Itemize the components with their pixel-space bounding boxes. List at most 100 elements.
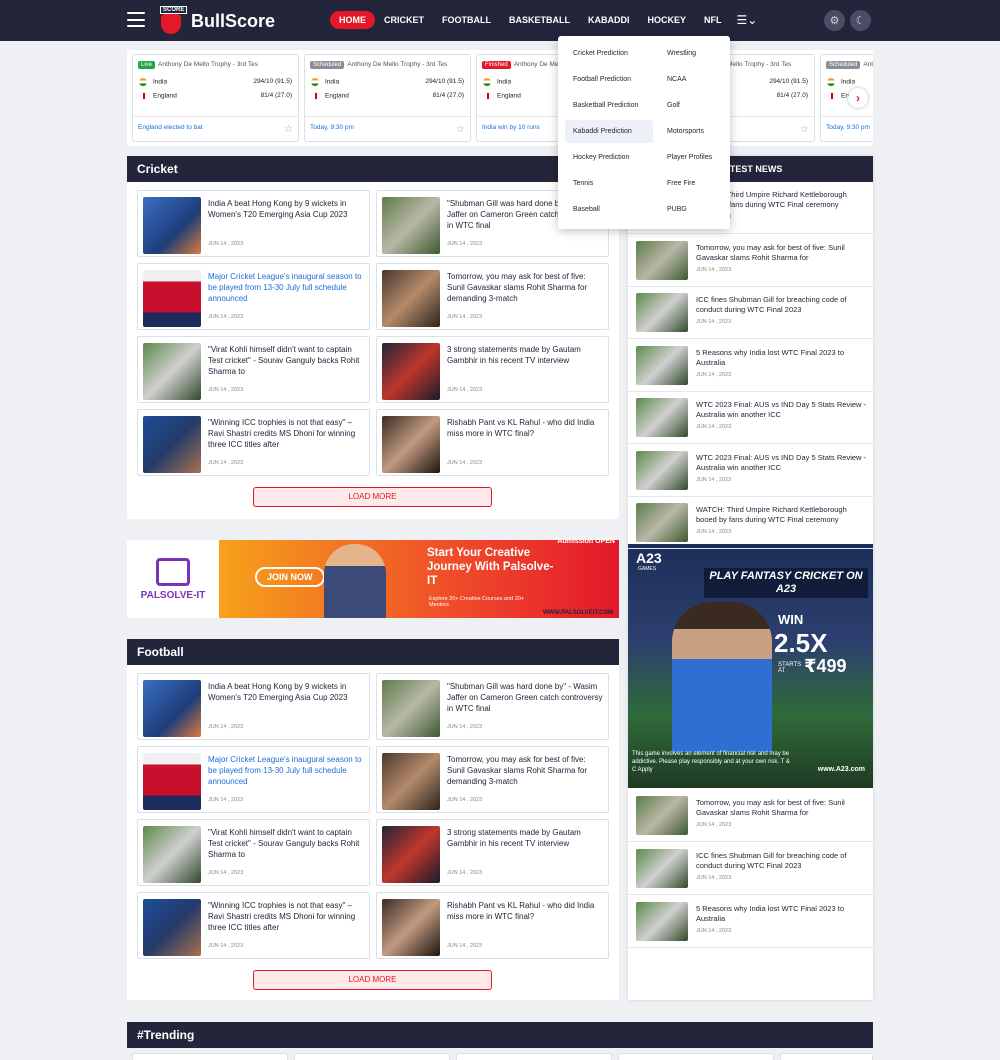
dropdown-item-ncaa[interactable]: NCAA [659, 68, 725, 91]
india-flag-icon [483, 78, 491, 86]
menu-item-basketball[interactable]: BASKETBALL [500, 11, 579, 29]
live-scores-strip: Live Anthony De Mello Trophy - 3rd Tes Ind… [127, 50, 873, 146]
news-item[interactable]: 5 Reasons why India lost WTC Final 2023 … [628, 340, 873, 392]
news-item[interactable]: ICC fines Shubman Gill for breaching cod… [628, 287, 873, 339]
menu-item-hockey[interactable]: HOCKEY [639, 11, 696, 29]
article-card[interactable]: "Winning ICC trophies is not that easy" … [137, 892, 370, 959]
cricket-section: Cricket India A beat Hong Kong by 9 wick… [127, 156, 619, 519]
cricket-load-more-button[interactable]: LOAD MORE [253, 487, 492, 507]
news-item[interactable]: WTC 2023 Final: AUS vs IND Day 5 Stats R… [628, 392, 873, 444]
dark-mode-moon-icon[interactable]: ☾ [850, 10, 871, 31]
dropdown-item-player-profiles[interactable]: Player Profiles [659, 146, 725, 169]
palsolve-ad-banner[interactable]: PALSOLVE-IT Admission OPEN JOIN NOW Star… [127, 538, 619, 618]
article-title: Rishabh Pant vs KL Rahul - who did India… [447, 418, 595, 438]
team-row: India 294/10 (91.5) [305, 75, 470, 89]
a23-fantasy-ad[interactable]: A23 GAMES PLAY FANTASY CRICKET ON A23 WI… [628, 544, 873, 788]
article-title: Rishabh Pant vs KL Rahul - who did India… [447, 901, 595, 921]
article-card[interactable]: "Shubman Gill was hard done by" - Wasim … [376, 673, 609, 740]
menu-item-cricket[interactable]: CRICKET [375, 11, 433, 29]
article-card[interactable]: Rishabh Pant vs KL Rahul - who did India… [376, 409, 609, 476]
football-section: Football India A beat Hong Kong by 9 wic… [127, 639, 619, 1000]
news-title: Tomorrow, you may ask for best of five: … [696, 798, 845, 817]
menu-item-home[interactable]: HOME [330, 11, 375, 29]
news-item[interactable]: ICC fines Shubman Gill for breaching cod… [628, 843, 873, 895]
news-item[interactable]: WTC 2023 Final: AUS vs IND Day 5 Stats R… [628, 445, 873, 497]
article-card[interactable]: "Winning ICC trophies is not that easy" … [137, 409, 370, 476]
score-card[interactable]: Live Anthony De Mello Trophy - 3rd Tes Ind… [132, 54, 299, 142]
hamburger-menu-icon[interactable] [127, 12, 145, 27]
dropdown-item-free-fire[interactable]: Free Fire [659, 172, 725, 195]
article-card[interactable]: "Virat Kohli himself didn't want to capt… [137, 819, 370, 886]
dropdown-item-kabaddi-prediction[interactable]: Kabaddi Prediction [565, 120, 653, 143]
article-card[interactable]: India A beat Hong Kong by 9 wickets in W… [137, 190, 370, 257]
news-item[interactable]: Tomorrow, you may ask for best of five: … [628, 235, 873, 287]
article-card[interactable]: Rishabh Pant vs KL Rahul - who did India… [376, 892, 609, 959]
favorite-star-icon[interactable]: ☆ [456, 124, 465, 135]
football-load-more-button[interactable]: LOAD MORE [253, 970, 492, 990]
more-menu-icon[interactable]: ☰⌄ [731, 13, 758, 27]
article-card[interactable]: India A beat Hong Kong by 9 wickets in W… [137, 673, 370, 740]
score-card-header: ScheduledAnthony De Mello Trophy - 3rd T… [305, 55, 470, 75]
football-section-title: Football [127, 639, 619, 665]
news-item[interactable]: 5 Reasons why India lost WTC Final 2023 … [628, 896, 873, 948]
trending-card[interactable] [132, 1053, 288, 1060]
news-thumbnail [636, 902, 688, 941]
article-card[interactable]: Tomorrow, you may ask for best of five: … [376, 746, 609, 813]
article-card[interactable]: 3 strong statements made by Gautam Gambh… [376, 819, 609, 886]
score-card[interactable]: ScheduledAnthony De Mello Trophy - 3rd T… [304, 54, 471, 142]
article-card[interactable]: Tomorrow, you may ask for best of five: … [376, 263, 609, 330]
admission-open-label: Admission OPEN [557, 538, 615, 545]
article-card[interactable]: "Virat Kohli himself didn't want to capt… [137, 336, 370, 403]
article-date: JUN 14 , 2023 [447, 797, 483, 803]
menu-item-kabaddi[interactable]: KABADDI [579, 11, 639, 29]
favorite-star-icon[interactable]: ☆ [800, 124, 809, 135]
article-card[interactable]: Major Cricket League's inaugural season … [137, 263, 370, 330]
article-thumbnail [143, 826, 201, 883]
team-row: India 294/10 (91.5) [133, 75, 298, 89]
article-thumbnail [382, 753, 440, 810]
cricket-section-title: Cricket [127, 156, 619, 182]
dropdown-item-tennis[interactable]: Tennis [565, 172, 653, 195]
scores-next-arrow-icon[interactable]: › [848, 88, 868, 108]
dropdown-item-motorsports[interactable]: Motorsports [659, 120, 725, 143]
ad-site-url: www.A23.com [817, 766, 865, 773]
article-thumbnail [143, 680, 201, 737]
trending-card[interactable] [456, 1053, 612, 1060]
dropdown-item-pubg[interactable]: PUBG [659, 198, 725, 221]
article-title: Major Cricket League's inaugural season … [208, 272, 362, 303]
trending-card[interactable] [294, 1053, 450, 1060]
article-thumbnail [382, 826, 440, 883]
news-thumbnail [636, 450, 688, 490]
article-date: JUN 14 , 2023 [208, 724, 244, 730]
dropdown-item-cricket-prediction[interactable]: Cricket Prediction [565, 42, 653, 65]
join-now-button[interactable]: JOIN NOW [255, 567, 325, 587]
news-thumbnail [636, 240, 688, 280]
settings-gear-icon[interactable]: ⚙ [824, 10, 845, 31]
menu-item-nfl[interactable]: NFL [695, 11, 731, 29]
site-logo[interactable]: SCORE BullScore [157, 6, 275, 36]
article-card[interactable]: 3 strong statements made by Gautam Gambh… [376, 336, 609, 403]
ad-celebrity-image [672, 602, 772, 752]
article-title: Tomorrow, you may ask for best of five: … [447, 272, 588, 303]
article-date: JUN 14 , 2023 [208, 870, 244, 876]
england-flag-icon [139, 92, 147, 100]
article-date: JUN 14 , 2023 [447, 870, 483, 876]
logo-text: BullScore [191, 10, 276, 31]
dropdown-item-wrestling[interactable]: Wrestling [659, 42, 725, 65]
news-title: Tomorrow, you may ask for best of five: … [696, 242, 845, 262]
news-title: WTC 2023 Final: AUS vs IND Day 5 Stats R… [696, 400, 867, 419]
dropdown-item-baseball[interactable]: Baseball [565, 198, 653, 221]
article-card[interactable]: Major Cricket League's inaugural season … [137, 746, 370, 813]
trending-card[interactable] [618, 1053, 774, 1060]
news-item[interactable]: WATCH: Third Umpire Richard Kettleboroug… [628, 497, 873, 549]
top-navbar: SCORE BullScore HOME CRICKET FOOTBALL BASKE… [0, 0, 1000, 41]
dropdown-item-football-prediction[interactable]: Football Prediction [565, 68, 653, 91]
dropdown-item-golf[interactable]: Golf [659, 94, 725, 117]
trending-card[interactable] [780, 1053, 873, 1060]
dropdown-item-hockey-prediction[interactable]: Hockey Prediction [565, 146, 653, 169]
favorite-star-icon[interactable]: ☆ [284, 124, 293, 135]
article-thumbnail [143, 753, 201, 810]
menu-item-football[interactable]: FOOTBALL [433, 11, 500, 29]
news-item[interactable]: Tomorrow, you may ask for best of five: … [628, 790, 873, 842]
dropdown-item-basketball-prediction[interactable]: Basketball Prediction [565, 94, 653, 117]
